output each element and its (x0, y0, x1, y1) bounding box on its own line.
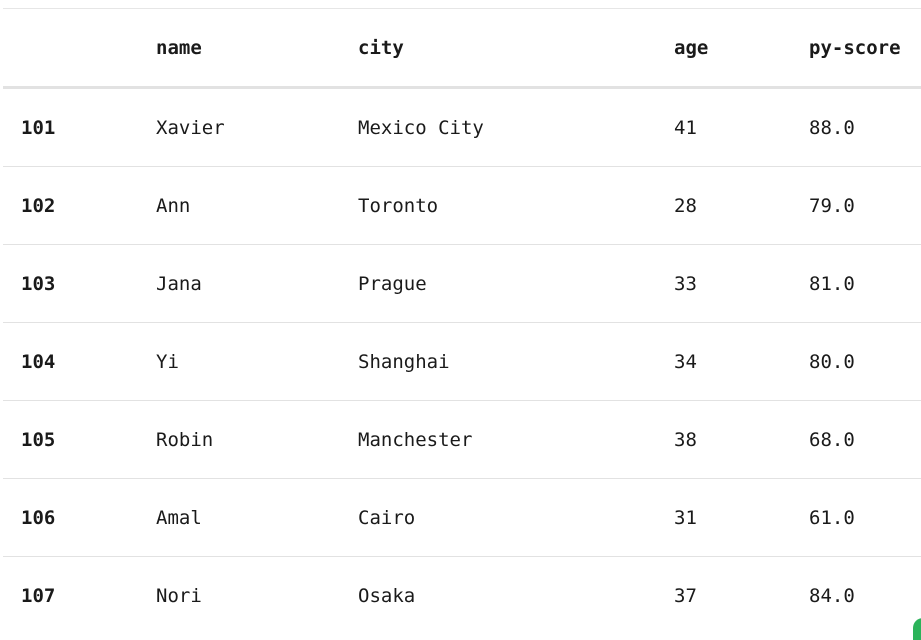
cell-name: Ann (156, 194, 191, 217)
row-index: 101 (21, 116, 56, 139)
table-row: 106 Amal Cairo 31 61.0 (3, 479, 921, 557)
table-row: 104 Yi Shanghai 34 80.0 (3, 323, 921, 401)
cell-age: 38 (674, 428, 697, 451)
row-index: 103 (21, 272, 56, 295)
cell-age: 41 (674, 116, 697, 139)
table-row: 101 Xavier Mexico City 41 88.0 (3, 89, 921, 167)
header-name: name (156, 36, 202, 59)
cell-py-score: 88.0 (809, 116, 855, 139)
table-row: 103 Jana Prague 33 81.0 (3, 245, 921, 323)
cell-name: Nori (156, 584, 202, 607)
cell-city: Osaka (358, 584, 416, 607)
cell-city: Shanghai (358, 350, 450, 373)
row-index: 106 (21, 506, 56, 529)
cell-py-score: 68.0 (809, 428, 855, 451)
header-py-score: py-score (809, 36, 901, 59)
cell-age: 28 (674, 194, 697, 217)
floating-action-tab[interactable] (913, 618, 921, 640)
dataframe-table: name city age py-score 101 Xavier Mexico… (3, 8, 921, 634)
table-row: 105 Robin Manchester 38 68.0 (3, 401, 921, 479)
table-row: 107 Nori Osaka 37 84.0 (3, 557, 921, 634)
cell-city: Manchester (358, 428, 473, 451)
cell-name: Yi (156, 350, 179, 373)
table-header-row: name city age py-score (3, 9, 921, 89)
cell-py-score: 79.0 (809, 194, 855, 217)
cell-city: Cairo (358, 506, 416, 529)
cell-age: 34 (674, 350, 697, 373)
table-row: 102 Ann Toronto 28 79.0 (3, 167, 921, 245)
cell-py-score: 80.0 (809, 350, 855, 373)
cell-name: Robin (156, 428, 214, 451)
cell-age: 37 (674, 584, 697, 607)
cell-city: Prague (358, 272, 427, 295)
cell-py-score: 84.0 (809, 584, 855, 607)
row-index: 105 (21, 428, 56, 451)
row-index: 104 (21, 350, 56, 373)
cell-py-score: 61.0 (809, 506, 855, 529)
row-index: 102 (21, 194, 56, 217)
cell-name: Amal (156, 506, 202, 529)
cell-city: Toronto (358, 194, 439, 217)
row-index: 107 (21, 584, 56, 607)
cell-py-score: 81.0 (809, 272, 855, 295)
header-age: age (674, 36, 709, 59)
cell-city: Mexico City (358, 116, 484, 139)
cell-age: 33 (674, 272, 697, 295)
cell-name: Xavier (156, 116, 225, 139)
header-city: city (358, 36, 404, 59)
cell-age: 31 (674, 506, 697, 529)
cell-name: Jana (156, 272, 202, 295)
